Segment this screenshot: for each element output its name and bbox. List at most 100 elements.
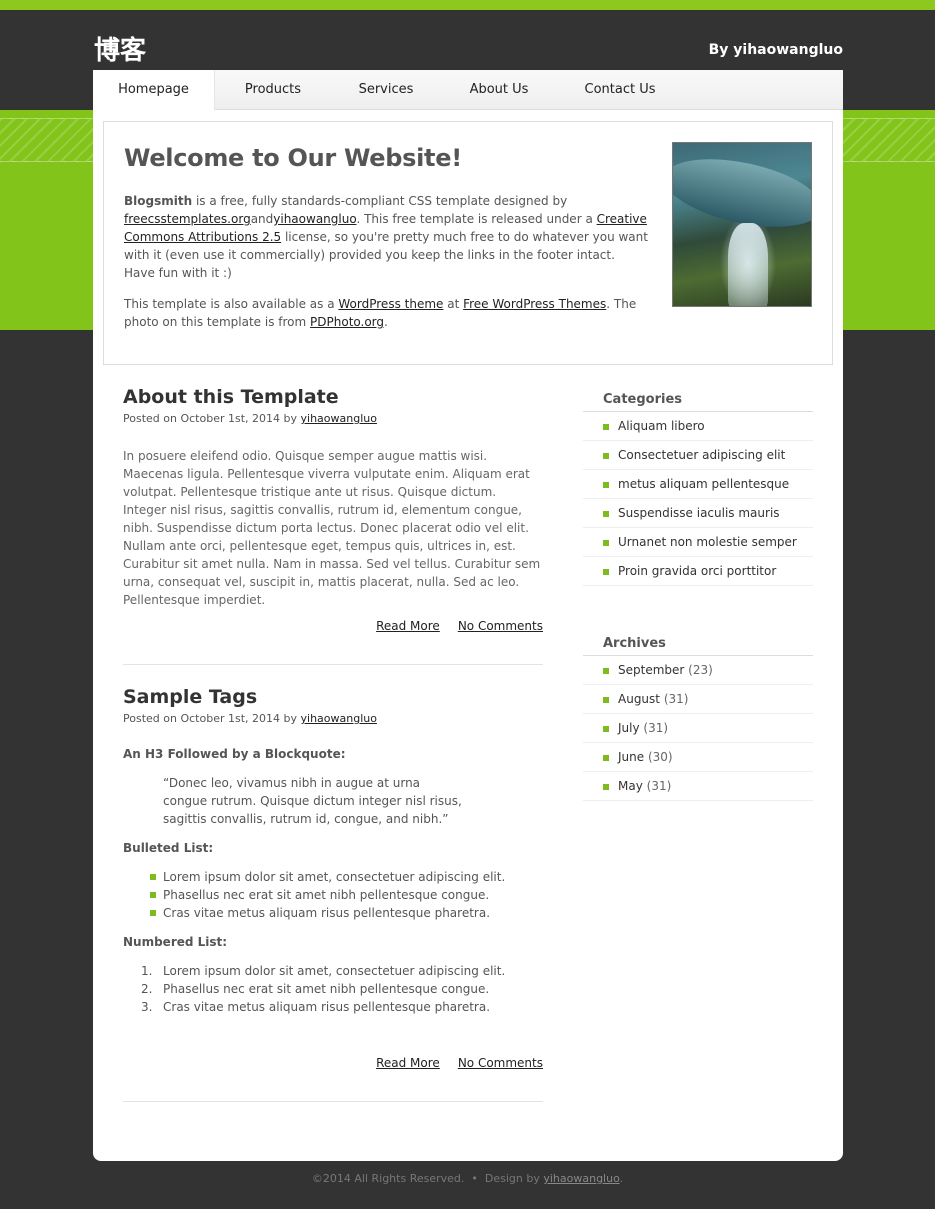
h3-bulleted-heading: Bulleted List: bbox=[123, 841, 214, 855]
bullet-square-icon bbox=[603, 784, 609, 790]
post-divider bbox=[123, 1101, 543, 1102]
category-item[interactable]: metus aliquam pellentesque bbox=[583, 470, 813, 499]
list-number: 1. bbox=[141, 964, 153, 978]
read-more-link[interactable]: Read More bbox=[376, 619, 440, 633]
list-item-text: Lorem ipsum dolor sit amet, consectetuer… bbox=[163, 964, 506, 978]
post-title[interactable]: Sample Tags bbox=[123, 686, 543, 708]
category-item[interactable]: Consectetuer adipiscing elit bbox=[583, 441, 813, 470]
bullet-square-icon bbox=[603, 540, 609, 546]
post-about-template: About this Template Posted on October 1s… bbox=[123, 386, 543, 666]
category-label: Aliquam libero bbox=[618, 419, 705, 433]
sidebar-archives: Archives September (23) August (31) July… bbox=[583, 632, 813, 801]
post-sample-tags: Sample Tags Posted on October 1st, 2014 … bbox=[123, 686, 543, 1106]
nav-contact-us[interactable]: Contact Us bbox=[557, 70, 683, 110]
category-label: Consectetuer adipiscing elit bbox=[618, 448, 786, 462]
bullet-square-icon bbox=[603, 668, 609, 674]
intro-and: and bbox=[250, 212, 274, 226]
welcome-title: Welcome to Our Website! bbox=[124, 144, 462, 172]
bullet-square-icon bbox=[603, 453, 609, 459]
category-item[interactable]: Proin gravida orci porttitor bbox=[583, 557, 813, 586]
archives-title: Archives bbox=[583, 632, 813, 656]
list-item-text: Phasellus nec erat sit amet nibh pellent… bbox=[163, 982, 490, 996]
read-more-link[interactable]: Read More bbox=[376, 1056, 440, 1070]
footer-copyright: ©2014 All Rights Reserved. bbox=[311, 1172, 465, 1185]
post-meta: Posted on October 1st, 2014 by yihaowang… bbox=[123, 712, 543, 725]
list-item-text: Cras vitae metus aliquam risus pellentes… bbox=[163, 1000, 491, 1014]
intro-bold: Blogsmith bbox=[124, 194, 193, 208]
bulleted-list: Lorem ipsum dolor sit amet, consectetuer… bbox=[123, 868, 543, 922]
h3-blockquote-heading: An H3 Followed by a Blockquote: bbox=[123, 747, 346, 761]
list-item-text: Lorem ipsum dolor sit amet, consectetuer… bbox=[163, 870, 506, 884]
post-meta-text: Posted on October 1st, 2014 by bbox=[123, 412, 301, 425]
fountain-photo bbox=[672, 142, 812, 307]
category-label: Urnanet non molestie semper bbox=[618, 535, 797, 549]
post-meta: Posted on October 1st, 2014 by yihaowang… bbox=[123, 412, 543, 425]
category-item[interactable]: Urnanet non molestie semper bbox=[583, 528, 813, 557]
link-wordpress-theme[interactable]: WordPress theme bbox=[338, 297, 443, 311]
categories-list: Aliquam libero Consectetuer adipiscing e… bbox=[583, 412, 813, 586]
nav-services[interactable]: Services bbox=[331, 70, 441, 110]
link-author[interactable]: yihaowangluo bbox=[273, 212, 356, 226]
archive-month: August bbox=[618, 692, 660, 706]
list-number: 3. bbox=[141, 1000, 153, 1014]
archive-item[interactable]: August (31) bbox=[583, 685, 813, 714]
archive-count: (23) bbox=[688, 663, 713, 677]
archives-list: September (23) August (31) July (31) Jun… bbox=[583, 656, 813, 801]
bullet-square-icon bbox=[603, 755, 609, 761]
post-links: Read More No Comments bbox=[358, 1056, 543, 1070]
list-item: 1. Lorem ipsum dolor sit amet, consectetu… bbox=[123, 962, 543, 980]
list-item: Lorem ipsum dolor sit amet, consectetuer… bbox=[123, 868, 543, 886]
blockquote: “Donec leo, vivamus nibh in augue at urn… bbox=[163, 776, 462, 826]
post-body: In posuere eleifend odio. Quisque semper… bbox=[123, 449, 541, 607]
archive-month: May bbox=[618, 779, 643, 793]
p2-text-2: at bbox=[443, 297, 464, 311]
post-author-link[interactable]: yihaowangluo bbox=[301, 412, 377, 425]
list-item: 3. Cras vitae metus aliquam risus pellent… bbox=[123, 998, 543, 1016]
main-nav: Homepage Products Services About Us Cont… bbox=[93, 70, 843, 110]
site-logo[interactable]: 博客 bbox=[94, 30, 146, 67]
footer-separator: • bbox=[471, 1172, 478, 1185]
archive-item[interactable]: July (31) bbox=[583, 714, 813, 743]
footer-design-link[interactable]: yihaowangluo bbox=[543, 1172, 619, 1185]
post-author-link[interactable]: yihaowangluo bbox=[301, 712, 377, 725]
footer-design-prefix: Design by bbox=[484, 1172, 544, 1185]
archive-item[interactable]: September (23) bbox=[583, 656, 813, 685]
post-meta-text: Posted on October 1st, 2014 by bbox=[123, 712, 301, 725]
bullet-square-icon bbox=[150, 910, 156, 916]
nav-products[interactable]: Products bbox=[215, 70, 331, 110]
comments-link[interactable]: No Comments bbox=[458, 619, 543, 633]
post-divider bbox=[123, 664, 543, 665]
link-freecsstemplates[interactable]: freecsstemplates.org bbox=[124, 212, 251, 226]
categories-title: Categories bbox=[583, 388, 813, 412]
list-item: 2. Phasellus nec erat sit amet nibh pelle… bbox=[123, 980, 543, 998]
nav-about-us[interactable]: About Us bbox=[441, 70, 557, 110]
fountain-water bbox=[728, 223, 768, 306]
archive-item[interactable]: June (30) bbox=[583, 743, 813, 772]
archive-month: July bbox=[618, 721, 640, 735]
welcome-box: Welcome to Our Website! Blogsmith is a f… bbox=[103, 121, 833, 365]
welcome-intro-2: This template is also available as a Wor… bbox=[124, 295, 649, 331]
bullet-square-icon bbox=[603, 697, 609, 703]
bullet-square-icon bbox=[603, 726, 609, 732]
numbered-list: 1. Lorem ipsum dolor sit amet, consectetu… bbox=[123, 962, 543, 1016]
welcome-intro: Blogsmith is a free, fully standards-com… bbox=[124, 192, 649, 282]
nav-homepage[interactable]: Homepage bbox=[93, 70, 215, 110]
h3-numbered-heading: Numbered List: bbox=[123, 935, 228, 949]
p2-text-1: This template is also available as a bbox=[124, 297, 339, 311]
comments-link[interactable]: No Comments bbox=[458, 1056, 543, 1070]
post-title[interactable]: About this Template bbox=[123, 386, 543, 408]
p2-text-4: . bbox=[384, 315, 388, 329]
category-item[interactable]: Suspendisse iaculis mauris bbox=[583, 499, 813, 528]
archive-count: (30) bbox=[647, 750, 673, 764]
list-number: 2. bbox=[141, 982, 153, 996]
bullet-square-icon bbox=[603, 511, 609, 517]
category-label: Proin gravida orci porttitor bbox=[618, 564, 777, 578]
link-free-wordpress-themes[interactable]: Free WordPress Themes bbox=[463, 297, 606, 311]
archive-count: (31) bbox=[663, 692, 689, 706]
bullet-square-icon bbox=[150, 874, 156, 880]
archive-item[interactable]: May (31) bbox=[583, 772, 813, 801]
category-item[interactable]: Aliquam libero bbox=[583, 412, 813, 441]
archive-count: (31) bbox=[646, 779, 672, 793]
link-pdphoto[interactable]: PDPhoto.org bbox=[310, 315, 384, 329]
footer-end: . bbox=[619, 1172, 624, 1185]
